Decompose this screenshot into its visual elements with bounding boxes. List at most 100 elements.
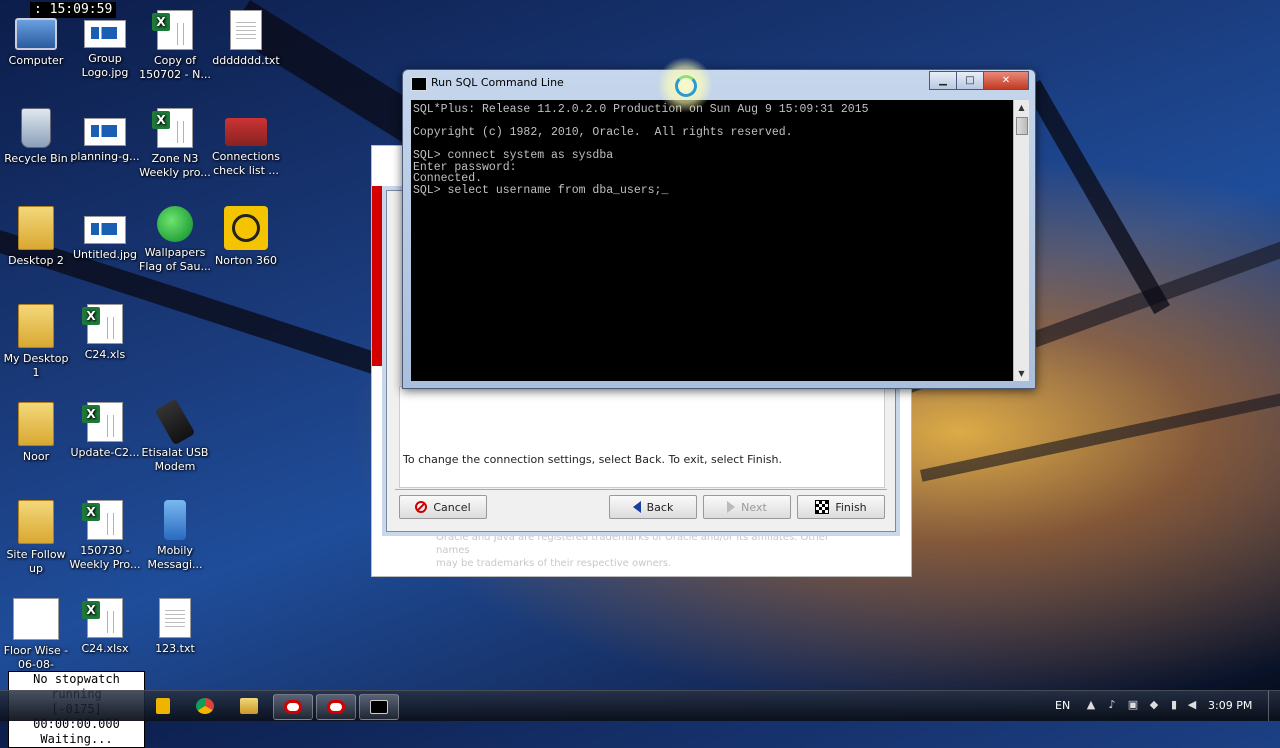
stopwatch-state: Waiting... — [40, 732, 113, 746]
window-title: Run SQL Command Line — [431, 76, 564, 89]
finish-button[interactable]: Finish — [797, 495, 885, 519]
cancel-label: Cancel — [433, 500, 471, 514]
desktop-icon-etisalat[interactable]: Etisalat USB Modem — [139, 398, 211, 474]
network-icon[interactable]: ▣ — [1127, 699, 1139, 711]
signal-icon[interactable]: ▮ — [1168, 699, 1180, 711]
scroll-down-arrow-icon[interactable]: ▼ — [1014, 366, 1029, 381]
minimize-button[interactable]: ▁ — [929, 71, 957, 90]
volume-icon[interactable]: ♪ — [1106, 699, 1118, 711]
folder-icon — [18, 206, 54, 250]
desktop-icon-copy-of-150702[interactable]: Copy of 150702 - N... — [139, 10, 211, 82]
desktop-icon-label: Site Follow up — [6, 548, 66, 575]
console-output[interactable]: SQL*Plus: Release 11.2.0.2.0 Production … — [411, 100, 1013, 381]
desktop-icon-site-follow-up[interactable]: Site Follow up — [0, 500, 72, 576]
console-line: Copyright (c) 1982, 2010, Oracle. All ri… — [413, 126, 793, 139]
desktop-icon-label: Recycle Bin — [4, 152, 68, 165]
oracle-icon — [284, 700, 302, 714]
speaker-icon[interactable]: ◀ — [1186, 699, 1198, 711]
taskbar-item-chrome[interactable] — [186, 694, 224, 718]
taskbar-item-oracle-2[interactable] — [316, 694, 356, 720]
recycle-bin-icon — [21, 108, 51, 148]
desktop-icon-label: ddddddd.txt — [212, 54, 280, 67]
maximize-button[interactable]: □ — [956, 71, 984, 90]
desktop-icon-123-txt[interactable]: 123.txt — [139, 598, 211, 656]
image-icon — [84, 216, 126, 244]
taskbar-item-oracle-1[interactable] — [273, 694, 313, 720]
console-line: Enter password: — [413, 160, 517, 174]
phone-icon — [164, 500, 186, 540]
folder-icon — [18, 500, 54, 544]
close-button[interactable]: ✕ — [983, 71, 1029, 90]
show-hidden-icons-icon[interactable]: ▲ — [1085, 699, 1097, 711]
desktop-icon-150730[interactable]: 150730 - Weekly Pro... — [69, 500, 141, 572]
image-icon — [225, 118, 267, 146]
oracle-icon — [327, 700, 345, 714]
desktop-icon-recycle-bin[interactable]: Recycle Bin — [0, 108, 72, 166]
desktop-icon-norton[interactable]: Norton 360 — [210, 206, 282, 268]
desktop-icon-planning[interactable]: planning-g... — [69, 108, 141, 164]
desktop-icon-group-logo[interactable]: Group Logo.jpg — [69, 10, 141, 80]
taskbar-item-explorer[interactable] — [230, 694, 268, 718]
cancel-button[interactable]: Cancel — [399, 495, 487, 519]
desktop-icon-label: Etisalat USB Modem — [141, 446, 209, 473]
image-icon — [84, 20, 126, 48]
desktop-icon-connections[interactable]: Connections check list ... — [210, 108, 282, 178]
taskbar-item-app-yellow[interactable] — [152, 694, 174, 718]
desktop-icon-c24-xls[interactable]: C24.xls — [69, 304, 141, 362]
taskbar-item-sql-console[interactable] — [359, 694, 399, 720]
wallpaper-beam — [1024, 80, 1170, 315]
desktop-icon-ddddddd[interactable]: ddddddd.txt — [210, 10, 282, 68]
desktop-icon-mobily[interactable]: Mobily Messagi... — [139, 500, 211, 572]
back-button[interactable]: Back — [609, 495, 697, 519]
dialog-message: To change the connection settings, selec… — [403, 453, 782, 466]
desktop-icon-update-c2[interactable]: Update-C2... — [69, 402, 141, 460]
back-arrow-icon — [632, 501, 641, 513]
desktop-icon-label: Group Logo.jpg — [81, 52, 129, 79]
cancel-icon — [415, 501, 428, 513]
desktop-icon-desktop-2[interactable]: Desktop 2 — [0, 206, 72, 268]
computer-icon — [15, 18, 57, 50]
desktop-icon-zone-n3[interactable]: Zone N3 Weekly pro... — [139, 108, 211, 180]
desktop-icon-label: Mobily Messagi... — [147, 544, 203, 571]
console-line: SQL> connect system as sysdba — [413, 149, 614, 162]
folder-icon — [18, 402, 54, 446]
taskbar-clock[interactable]: 3:09 PM — [1208, 699, 1252, 712]
dialog-separator — [395, 489, 887, 490]
desktop-icon-label: Computer — [8, 54, 64, 67]
finish-label: Finish — [835, 500, 867, 514]
excel-icon — [152, 10, 193, 50]
desktop-icon-my-desktop-1[interactable]: My Desktop 1 — [0, 304, 72, 380]
desktop-icon-wallpapers[interactable]: Wallpapers Flag of Sau... — [139, 206, 211, 274]
desktop-icon-computer[interactable]: Computer — [0, 10, 72, 68]
show-desktop-button[interactable] — [1268, 691, 1280, 721]
console-scrollbar[interactable]: ▲ ▼ — [1013, 100, 1029, 381]
excel-icon — [82, 598, 123, 638]
excel-icon — [82, 500, 123, 540]
desktop-icon-label: C24.xlsx — [81, 642, 129, 655]
desktop-icon-label: Untitled.jpg — [72, 248, 138, 261]
next-label: Next — [741, 500, 767, 514]
desktop-icon-label: Desktop 2 — [8, 254, 64, 267]
sql-command-line-window[interactable]: Run SQL Command Line ▁ □ ✕ SQL*Plus: Rel… — [402, 69, 1036, 389]
desktop-icon-label: 150730 - Weekly Pro... — [69, 544, 141, 571]
app-icon — [156, 698, 170, 714]
excel-icon — [82, 304, 123, 344]
language-indicator[interactable]: EN — [1055, 699, 1070, 712]
security-icon[interactable]: ◆ — [1148, 699, 1160, 711]
console-icon — [370, 700, 388, 714]
desktop-icon-label: Update-C2... — [70, 446, 140, 459]
folder-icon — [18, 304, 54, 348]
desktop-icon-untitled[interactable]: Untitled.jpg — [69, 206, 141, 262]
folder-icon — [240, 698, 258, 714]
window-titlebar[interactable]: Run SQL Command Line ▁ □ ✕ — [403, 70, 1035, 96]
desktop-icon-label: Noor — [22, 450, 50, 463]
scroll-thumb[interactable] — [1016, 117, 1028, 135]
dialog-content-panel — [399, 386, 885, 488]
desktop-icon-label: Zone N3 Weekly pro... — [139, 152, 211, 179]
desktop-icon-label: C24.xls — [84, 348, 126, 361]
scroll-up-arrow-icon[interactable]: ▲ — [1014, 100, 1029, 115]
desktop-icon-label: 123.txt — [155, 642, 195, 655]
next-button[interactable]: Next — [703, 495, 791, 519]
desktop-icon-c24-xlsx[interactable]: C24.xlsx — [69, 598, 141, 656]
desktop-icon-noor[interactable]: Noor — [0, 402, 72, 464]
